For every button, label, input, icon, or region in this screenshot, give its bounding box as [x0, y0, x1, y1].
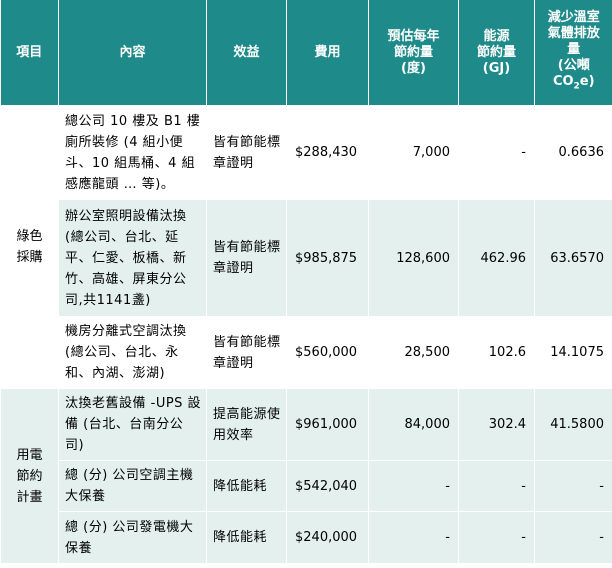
- row-content: 汰換老舊設備 -UPS 設備 (台北、台南分公司): [58, 388, 207, 461]
- row-co2: 63.6570: [534, 199, 612, 317]
- table-row: 機房分離式空調汰換 (總公司、台北、永和、內湖、澎湖) 皆有節能標章證明 $56…: [1, 316, 612, 389]
- table-row: 辦公室照明設備汰換 (總公司、台北、延平、仁愛、板橋、新竹、高雄、屏東分公司,共…: [1, 199, 612, 317]
- category-power-saving: 用電節約計畫: [0, 388, 59, 564]
- header-item: 項目: [0, 0, 59, 106]
- row-annual-kwh: 7,000: [368, 105, 459, 200]
- row-benefit: 降低能耗: [206, 511, 287, 564]
- header-energy-gj: 能源 節約量 (GJ): [458, 0, 535, 106]
- row-energy-gj: 302.4: [458, 388, 535, 461]
- row-content: 總公司 10 樓及 B1 樓廁所裝修 (4 組小便斗、10 組馬桶、4 組感應龍…: [58, 105, 207, 200]
- row-co2: 0.6636: [534, 105, 612, 200]
- header-benefit: 效益: [206, 0, 287, 106]
- row-benefit: 皆有節能標章證明: [206, 316, 287, 389]
- row-content: 總 (分) 公司空調主機大保養: [58, 460, 207, 512]
- row-cost: $961,000: [286, 388, 369, 461]
- row-content: 辦公室照明設備汰換 (總公司、台北、延平、仁愛、板橋、新竹、高雄、屏東分公司,共…: [58, 199, 207, 317]
- table-row: 用電節約計畫 汰換老舊設備 -UPS 設備 (台北、台南分公司) 提高能源使用效…: [0, 388, 612, 564]
- header-annual-kwh: 預估每年 節約量 (度): [368, 0, 459, 106]
- row-annual-kwh: -: [368, 460, 459, 512]
- row-co2: 41.5800: [534, 388, 612, 461]
- row-co2: 14.1075: [534, 316, 612, 389]
- row-energy-gj: 462.96: [458, 199, 535, 317]
- row-cost: $288,430: [286, 105, 369, 200]
- row-annual-kwh: -: [368, 511, 459, 564]
- row-cost: $542,040: [286, 460, 369, 512]
- row-annual-kwh: 84,000: [368, 388, 459, 461]
- row-energy-gj: -: [458, 105, 535, 200]
- table-row: 總 (分) 公司發電機大保養 降低能耗 $240,000 - - -: [1, 511, 612, 564]
- row-benefit: 皆有節能標章證明: [206, 105, 287, 200]
- row-content: 機房分離式空調汰換 (總公司、台北、永和、內湖、澎湖): [58, 316, 207, 389]
- row-benefit: 提高能源使用效率: [206, 388, 287, 461]
- row-benefit: 皆有節能標章證明: [206, 199, 287, 317]
- energy-saving-table: 項目 內容 效益 費用 預估每年 節約量 (度) 能源 節約量 (GJ) 減少溫…: [0, 0, 612, 564]
- header-row: 項目 內容 效益 費用 預估每年 節約量 (度) 能源 節約量 (GJ) 減少溫…: [0, 0, 612, 106]
- header-co2-reduction: 減少溫室 氣體排放 量 (公噸 CO2e): [534, 0, 612, 106]
- row-cost: $985,875: [286, 199, 369, 317]
- row-energy-gj: -: [458, 511, 535, 564]
- row-content: 總 (分) 公司發電機大保養: [58, 511, 207, 564]
- row-cost: $240,000: [286, 511, 369, 564]
- row-annual-kwh: 128,600: [368, 199, 459, 317]
- row-co2: -: [534, 511, 612, 564]
- header-cost: 費用: [286, 0, 369, 106]
- row-co2: -: [534, 460, 612, 512]
- row-cost: $560,000: [286, 316, 369, 389]
- table-row: 綠色採購 總公司 10 樓及 B1 樓廁所裝修 (4 組小便斗、10 組馬桶、4…: [0, 105, 612, 389]
- category-green-procurement: 綠色採購: [0, 105, 59, 389]
- row-annual-kwh: 28,500: [368, 316, 459, 389]
- table-row: 總 (分) 公司空調主機大保養 降低能耗 $542,040 - - -: [1, 460, 612, 512]
- row-benefit: 降低能耗: [206, 460, 287, 512]
- header-content: 內容: [58, 0, 207, 106]
- row-energy-gj: -: [458, 460, 535, 512]
- row-energy-gj: 102.6: [458, 316, 535, 389]
